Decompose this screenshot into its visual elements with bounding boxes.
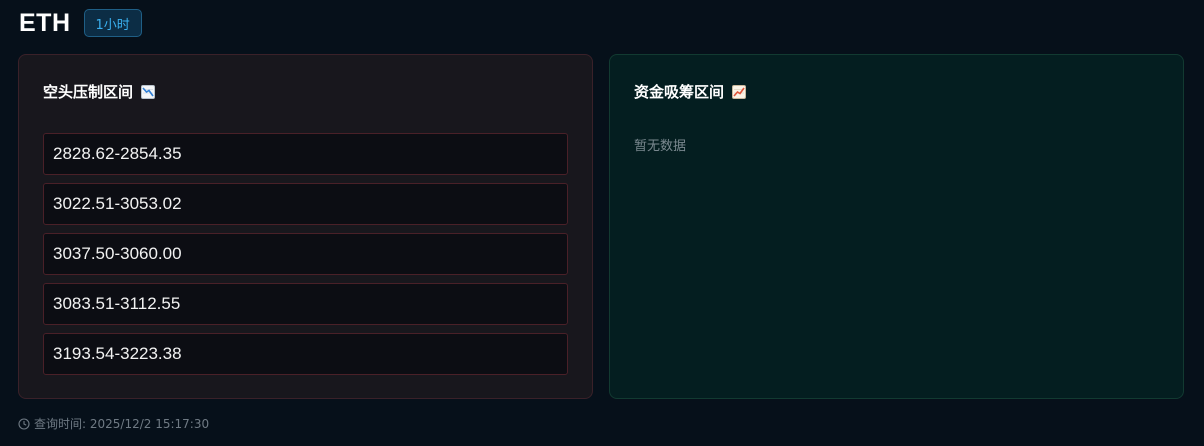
bear-panel-title-text: 空头压制区间	[43, 83, 134, 101]
bear-panel-title: 空头压制区间	[43, 81, 156, 102]
range-item: 3022.51-3053.02	[43, 183, 568, 225]
bear-range-list: 2828.62-2854.35 3022.51-3053.02 3037.50-…	[43, 133, 568, 383]
query-time-text: 查询时间: 2025/12/2 15:17:30	[34, 417, 210, 431]
bull-panel-title-text: 资金吸筹区间	[634, 83, 725, 101]
bull-panel-title: 资金吸筹区间	[634, 81, 747, 102]
range-item: 3083.51-3112.55	[43, 283, 568, 325]
timeframe-badge[interactable]: 1小时	[83, 9, 142, 37]
header: ETH 1小时	[19, 7, 142, 39]
bull-accumulation-panel: 资金吸筹区间 暂无数据	[609, 54, 1184, 399]
empty-state-text: 暂无数据	[634, 139, 687, 154]
chart-decreasing-icon	[141, 84, 156, 99]
footer: 查询时间: 2025/12/2 15:17:30	[18, 415, 209, 432]
chart-increasing-icon	[732, 84, 747, 99]
range-item: 3037.50-3060.00	[43, 233, 568, 275]
clock-icon	[18, 417, 30, 430]
symbol-title: ETH	[19, 8, 71, 37]
range-item: 3193.54-3223.38	[43, 333, 568, 375]
range-item: 2828.62-2854.35	[43, 133, 568, 175]
bear-pressure-panel: 空头压制区间 2828.62-2854.35 3022.51-3053.02 3…	[18, 54, 593, 399]
